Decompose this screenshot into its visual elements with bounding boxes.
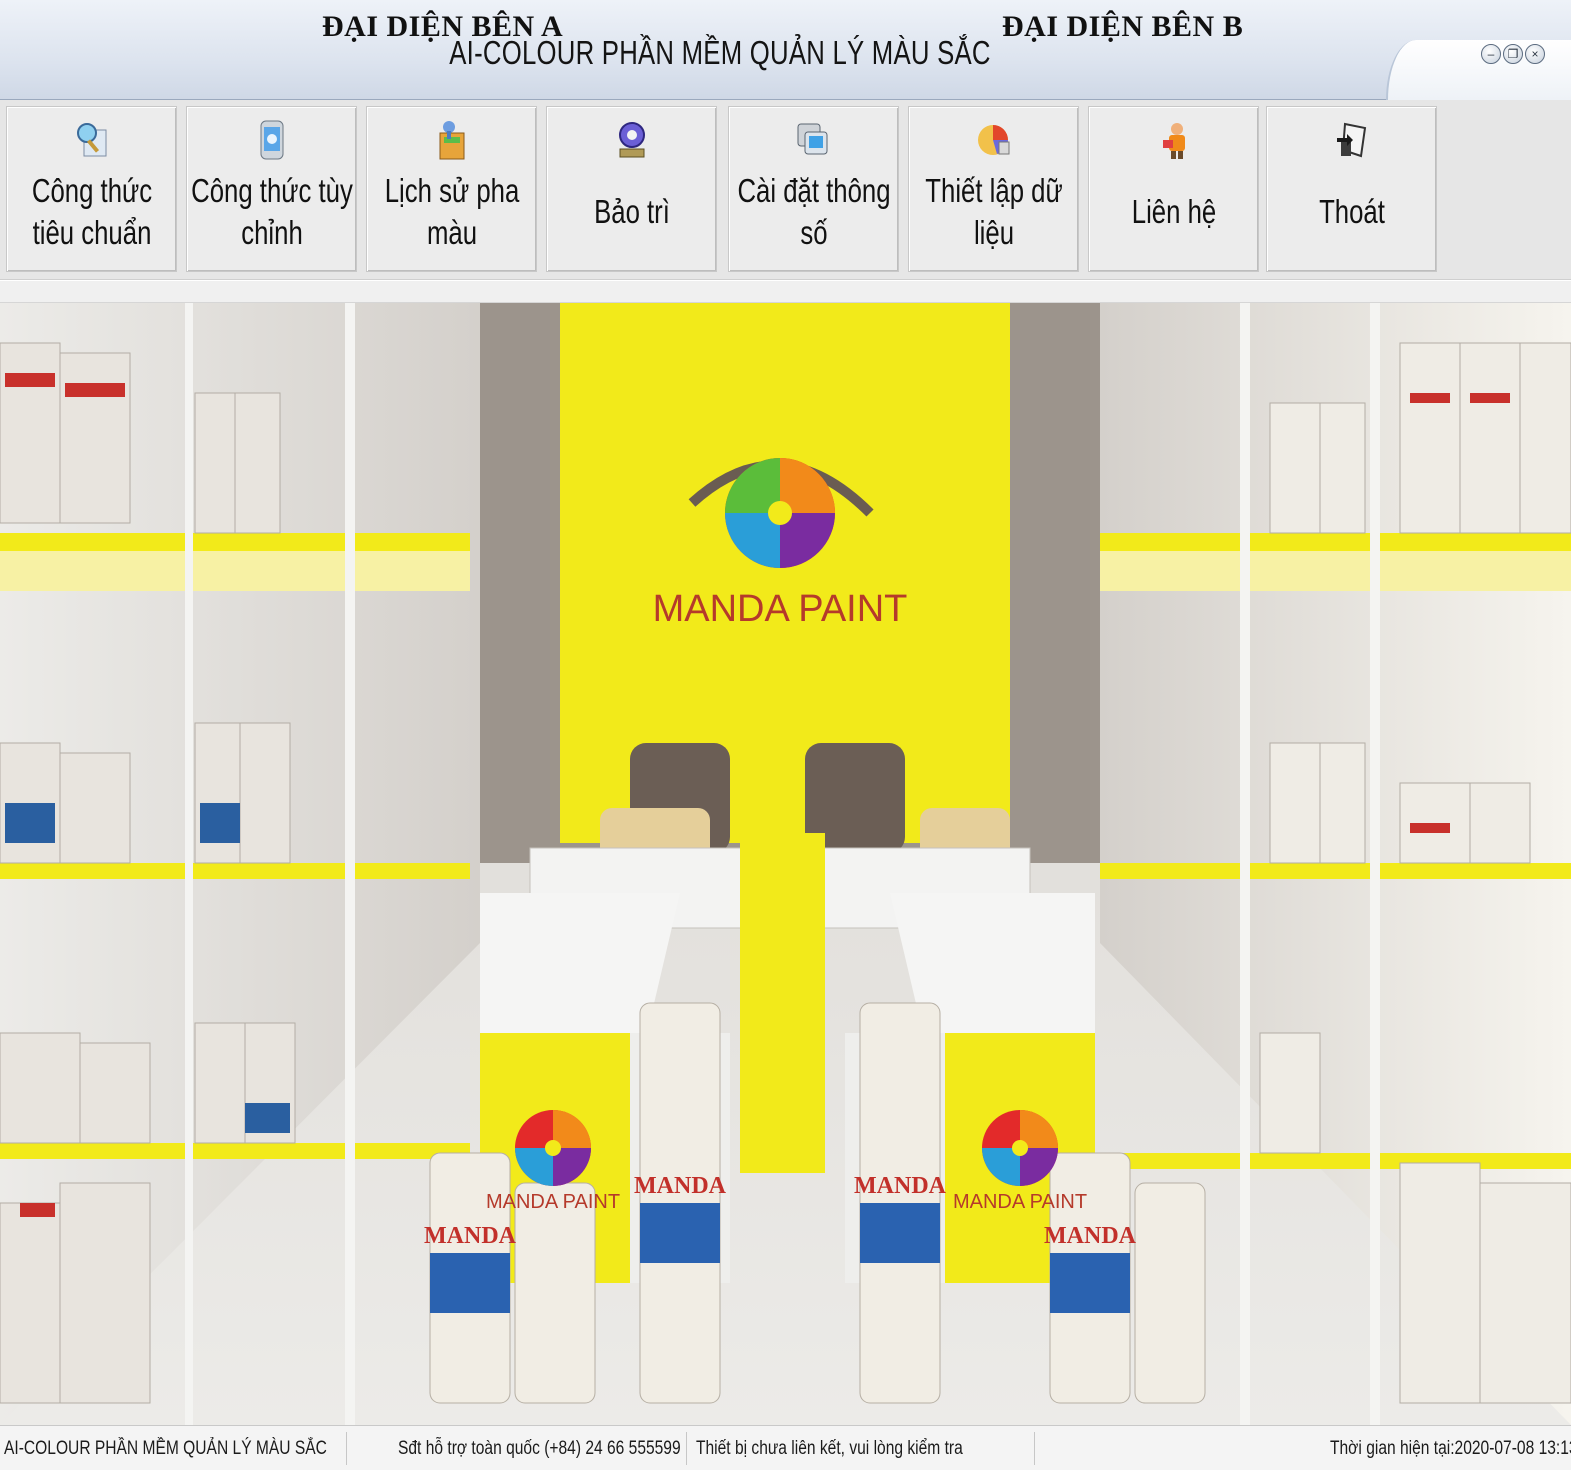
left-counter-brand: MANDA PAINT xyxy=(486,1191,620,1213)
mixing-history-label: Lịch sử pha màu xyxy=(384,172,519,251)
standard-formula-button[interactable]: Công thức tiêu chuẩn xyxy=(6,106,177,272)
window-controls: – ❐ × xyxy=(1481,44,1545,64)
phone-device-icon xyxy=(253,119,291,161)
contact-button[interactable]: Liên hệ xyxy=(1088,106,1259,272)
custom-formula-button[interactable]: Công thức tùy chỉnh xyxy=(186,106,357,272)
data-setup-icon xyxy=(975,119,1013,161)
party-a-heading: ĐẠI DIỆN BÊN A xyxy=(322,10,564,43)
bucket-label-1: MANDA xyxy=(424,1223,517,1249)
bucket-label-2: MANDA xyxy=(634,1173,727,1199)
party-b-heading: ĐẠI DIỆN BÊN B xyxy=(1002,10,1244,43)
contact-person-icon xyxy=(1155,119,1193,161)
status-bar: AI-COLOUR PHẦN MỀM QUẢN LÝ MÀU SẮC Sđt h… xyxy=(0,1425,1571,1470)
bucket-label-4: MANDA xyxy=(1044,1223,1137,1249)
data-setup-label: Thiết lập dữ liệu xyxy=(924,172,1063,251)
maintenance-label: Bảo trì xyxy=(593,193,670,230)
bucket-label-3: MANDA xyxy=(854,1173,947,1199)
close-button[interactable]: × xyxy=(1525,44,1545,64)
status-app-name: AI-COLOUR PHẦN MỀM QUẢN LÝ MÀU SẮC xyxy=(4,1438,327,1459)
gear-maintenance-icon xyxy=(613,119,651,161)
contact-label: Liên hệ xyxy=(1131,193,1216,230)
settings-monitor-icon xyxy=(795,119,833,161)
parameter-settings-button[interactable]: Cài đặt thông số xyxy=(728,106,899,272)
main-toolbar: Công thức tiêu chuẩn Công thức tùy chỉnh… xyxy=(0,100,1571,280)
status-hotline: Sđt hỗ trợ toàn quốc (+84) 24 66 555599 xyxy=(398,1438,681,1459)
status-clock: Thời gian hiện tại:2020-07-08 13:13:41 xyxy=(1330,1438,1571,1459)
restore-button[interactable]: ❐ xyxy=(1503,44,1523,64)
status-divider xyxy=(346,1432,347,1465)
minimize-button[interactable]: – xyxy=(1481,44,1501,64)
maintenance-button[interactable]: Bảo trì xyxy=(546,106,717,272)
manda-logo-left xyxy=(515,1110,591,1186)
manda-logo-right xyxy=(982,1110,1058,1186)
exit-door-icon xyxy=(1333,119,1371,161)
exit-label: Thoát xyxy=(1318,193,1385,230)
right-counter-brand: MANDA PAINT xyxy=(953,1191,1087,1213)
custom-formula-label: Công thức tùy chỉnh xyxy=(190,172,353,251)
manda-brand-text: MANDA PAINT xyxy=(653,588,908,630)
parameter-settings-label: Cài đặt thông số xyxy=(736,172,891,251)
window-title-bar: AI-COLOUR PHẦN MỀM QUẢN LÝ MÀU SẮC – ❐ × xyxy=(0,0,1571,100)
background-image: MANDA PAINT MANDA PAINT MANDA PAINT MAND… xyxy=(0,303,1571,1425)
exit-button[interactable]: Thoát xyxy=(1266,106,1437,272)
data-setup-button[interactable]: Thiết lập dữ liệu xyxy=(908,106,1079,272)
status-divider xyxy=(1034,1432,1035,1465)
standard-formula-label: Công thức tiêu chuẩn xyxy=(31,172,152,251)
search-magnifier-icon xyxy=(73,119,111,161)
status-divider xyxy=(686,1432,687,1465)
status-device: Thiết bị chưa liên kết, vui lòng kiểm tr… xyxy=(696,1438,963,1459)
mixing-history-button[interactable]: Lịch sử pha màu xyxy=(366,106,537,272)
store-illustration: MANDA PAINT MANDA PAINT MANDA PAINT MAND… xyxy=(0,303,1571,1425)
history-book-icon xyxy=(433,119,471,161)
toolbar-separator xyxy=(0,281,1571,303)
